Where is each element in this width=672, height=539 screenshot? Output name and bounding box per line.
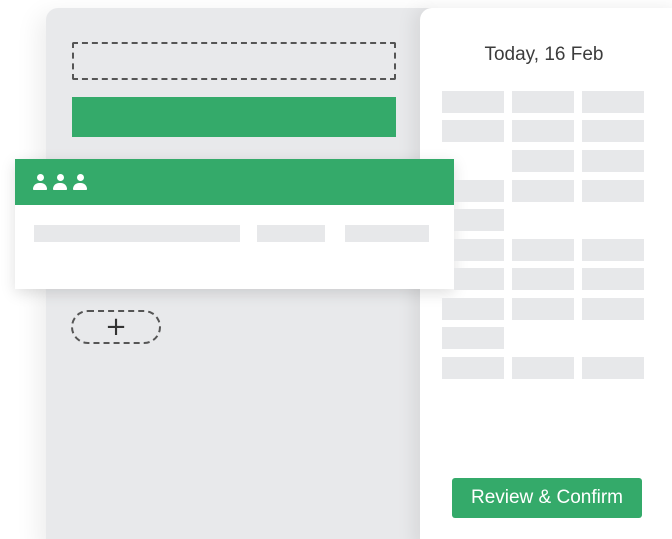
group-card-header xyxy=(15,159,454,205)
group-card[interactable] xyxy=(15,159,454,289)
empty-input-placeholder[interactable] xyxy=(72,42,396,80)
time-slot[interactable] xyxy=(582,357,644,379)
time-slot[interactable] xyxy=(582,239,644,261)
review-confirm-button[interactable]: Review & Confirm xyxy=(452,478,642,518)
card-text-placeholder xyxy=(257,225,325,242)
time-slot[interactable] xyxy=(442,327,504,349)
person-icon xyxy=(33,174,47,190)
time-slot[interactable] xyxy=(582,120,644,142)
person-icon xyxy=(53,174,67,190)
time-slot[interactable] xyxy=(582,91,644,113)
time-slot[interactable] xyxy=(442,91,504,113)
time-slot[interactable] xyxy=(512,239,574,261)
card-text-placeholder xyxy=(345,225,429,242)
add-item-button[interactable]: + xyxy=(71,310,161,344)
time-slot[interactable] xyxy=(512,150,574,172)
time-slot[interactable] xyxy=(512,268,574,290)
time-slot[interactable] xyxy=(454,268,504,290)
time-slot[interactable] xyxy=(454,239,504,261)
selected-service-bar[interactable] xyxy=(72,97,396,137)
time-slot[interactable] xyxy=(582,298,644,320)
time-slot[interactable] xyxy=(454,209,504,231)
time-slot[interactable] xyxy=(582,180,644,202)
time-slot[interactable] xyxy=(512,357,574,379)
person-icon xyxy=(73,174,87,190)
time-slot[interactable] xyxy=(512,298,574,320)
time-slot[interactable] xyxy=(582,150,644,172)
time-slot[interactable] xyxy=(442,357,504,379)
time-slot[interactable] xyxy=(512,91,574,113)
time-slot[interactable] xyxy=(512,180,574,202)
time-slot[interactable] xyxy=(442,298,504,320)
time-slot[interactable] xyxy=(512,120,574,142)
card-text-placeholder xyxy=(34,225,240,242)
time-slot[interactable] xyxy=(442,120,504,142)
time-slot[interactable] xyxy=(582,268,644,290)
time-slot[interactable] xyxy=(454,180,504,202)
schedule-date: Today, 16 Feb xyxy=(484,44,604,65)
booking-screen: + Today, 16 Feb Review & Confirm xyxy=(0,0,672,539)
